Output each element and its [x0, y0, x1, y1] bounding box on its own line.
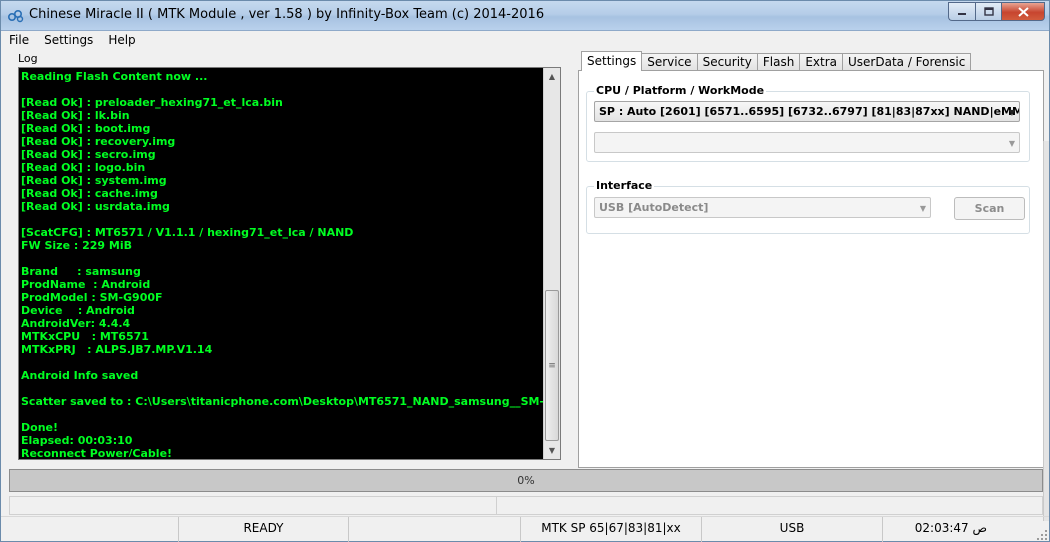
main-window: Chinese Miracle II ( MTK Module , ver 1.…: [0, 0, 1050, 542]
resize-grip-icon[interactable]: [1036, 529, 1048, 541]
log-line: [ScatCFG] : MT6571 / V1.1.1 / hexing71_e…: [21, 226, 354, 239]
maximize-icon: [983, 7, 994, 16]
info-cell-left: [10, 497, 497, 514]
window-title: Chinese Miracle II ( MTK Module , ver 1.…: [29, 7, 545, 22]
minimize-icon: [958, 12, 966, 15]
log-line: [Read Ok] : secro.img: [21, 148, 156, 161]
log-line: Done!: [21, 421, 58, 434]
tab-userdata-forensic[interactable]: UserData / Forensic: [842, 53, 972, 71]
interface-value: USB [AutoDetect]: [599, 201, 709, 214]
window-edge: [1043, 141, 1049, 521]
status-time: 02:03:47 ص: [914, 521, 987, 535]
log-line: MTKxCPU : MT6571: [21, 330, 149, 343]
app-logo-icon: [7, 9, 24, 23]
status-connection: USB: [702, 517, 883, 542]
window-controls: [948, 2, 1045, 22]
log-line: AndroidVer: 4.4.4: [21, 317, 131, 330]
cpu-platform-value: SP : Auto [2601] [6571..6595] [6732..679…: [599, 105, 1020, 118]
menu-settings[interactable]: Settings: [36, 31, 100, 51]
menu-help[interactable]: Help: [100, 31, 142, 51]
log-panel[interactable]: Reading Flash Content now ... [Read Ok] :…: [18, 67, 561, 460]
maximize-button[interactable]: [975, 2, 1001, 21]
log-scrollbar[interactable]: ▲ ≡ ▼: [543, 68, 560, 459]
cpu-platform-select[interactable]: SP : Auto [2601] [6571..6595] [6732..679…: [594, 101, 1020, 122]
tab-service[interactable]: Service: [641, 53, 698, 71]
tab-flash[interactable]: Flash: [756, 53, 801, 71]
cpu-group-title: CPU / Platform / WorkMode: [594, 84, 767, 97]
status-cell-empty: [1, 517, 179, 542]
minimize-button[interactable]: [948, 2, 975, 21]
scroll-up-icon: ▲: [548, 72, 556, 81]
grip-icon: ≡: [548, 360, 556, 371]
cpu-platform-group: CPU / Platform / WorkMode SP : Auto [260…: [586, 84, 1030, 162]
menu-file[interactable]: File: [1, 31, 36, 51]
scroll-down-icon: ▼: [548, 446, 556, 455]
status-cell-empty-2: [349, 517, 521, 542]
chevron-down-icon: ▼: [1008, 108, 1015, 117]
log-line: [Read Ok] : preloader_hexing71_et_lca.bi…: [21, 96, 283, 109]
log-line: ProdModel : SM-G900F: [21, 291, 163, 304]
progress-text: 0%: [517, 474, 535, 487]
tab-extra[interactable]: Extra: [799, 53, 843, 71]
log-line: Android Info saved: [21, 369, 139, 382]
progress-bar: 0%: [9, 469, 1043, 492]
log-line: Elapsed: 00:03:10: [21, 434, 133, 447]
menu-bar: File Settings Help: [1, 31, 1049, 51]
status-bar: READY MTK SP 65|67|83|81|xx USB 02:03:47…: [1, 516, 1049, 542]
chevron-down-icon: ▼: [1008, 139, 1015, 148]
log-line: [Read Ok] : boot.img: [21, 122, 151, 135]
log-line: [Read Ok] : recovery.img: [21, 135, 176, 148]
log-line: [Read Ok] : lk.bin: [21, 109, 130, 122]
tab-bar: Settings Service Security Flash Extra Us…: [581, 51, 972, 71]
log-line: Scatter saved to : C:\Users\titanicphone…: [21, 395, 545, 408]
scan-button[interactable]: Scan: [954, 197, 1025, 220]
close-icon: [1017, 6, 1029, 17]
log-text[interactable]: Reading Flash Content now ... [Read Ok] :…: [21, 70, 545, 457]
tab-security[interactable]: Security: [696, 53, 758, 71]
info-cell-right: [497, 497, 1042, 514]
scroll-up-button[interactable]: ▲: [544, 68, 560, 85]
log-line: FW Size : 229 MiB: [21, 239, 132, 252]
info-row: [9, 496, 1043, 515]
interface-group: Interface USB [AutoDetect] ▼ Scan: [586, 179, 1030, 234]
log-line: [Read Ok] : usrdata.img: [21, 200, 170, 213]
tab-settings[interactable]: Settings: [581, 51, 643, 71]
title-bar[interactable]: Chinese Miracle II ( MTK Module , ver 1.…: [1, 1, 1049, 31]
log-line: Reading Flash Content now ...: [21, 70, 208, 83]
log-line: [Read Ok] : cache.img: [21, 187, 158, 200]
log-label: Log: [18, 52, 38, 65]
log-line: [Read Ok] : system.img: [21, 174, 167, 187]
log-line: ProdName : Android: [21, 278, 151, 291]
interface-select[interactable]: USB [AutoDetect] ▼: [594, 197, 931, 218]
workmode-select[interactable]: ▼: [594, 132, 1020, 153]
scroll-thumb[interactable]: ≡: [545, 290, 559, 441]
log-line: MTKxPRJ : ALPS.JB7.MP.V1.14: [21, 343, 213, 356]
interface-group-title: Interface: [594, 179, 655, 192]
settings-panel: CPU / Platform / WorkMode SP : Auto [260…: [578, 70, 1044, 468]
chevron-down-icon: ▼: [919, 204, 926, 213]
status-state: READY: [179, 517, 349, 542]
log-line: Reconnect Power/Cable!: [21, 447, 173, 457]
close-button[interactable]: [1001, 2, 1045, 21]
log-line: Brand : samsung: [21, 265, 141, 278]
log-line: Device : Android: [21, 304, 135, 317]
status-platform: MTK SP 65|67|83|81|xx: [521, 517, 702, 542]
scroll-down-button[interactable]: ▼: [544, 442, 560, 459]
log-line: [Read Ok] : logo.bin: [21, 161, 146, 174]
